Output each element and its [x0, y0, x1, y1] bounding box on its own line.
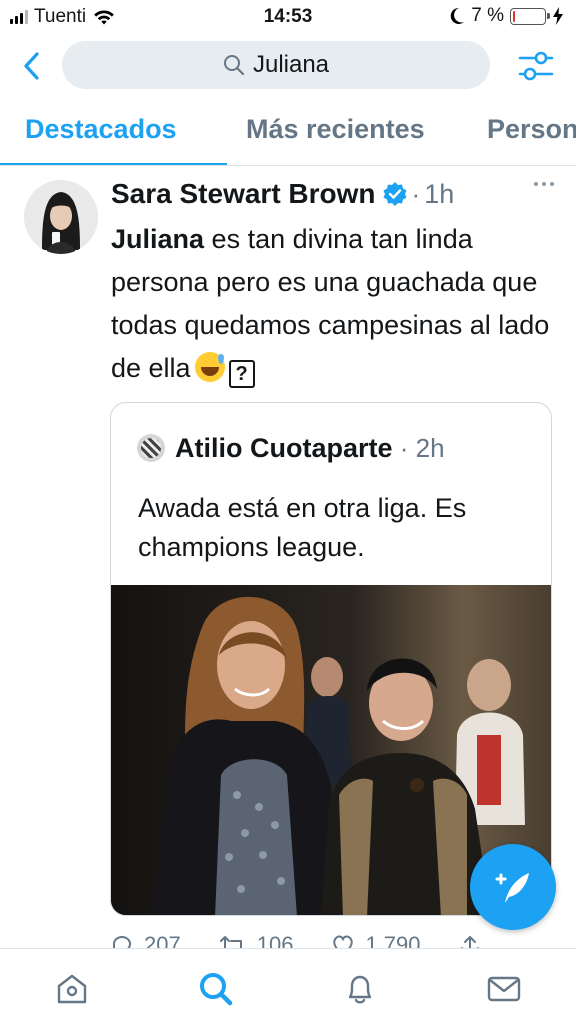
charging-icon — [553, 7, 563, 25]
tab-mas-recientes[interactable]: Más recientes — [246, 114, 425, 145]
nav-search[interactable] — [196, 969, 236, 1009]
sliders-icon — [518, 51, 554, 81]
messages-icon — [487, 976, 521, 1002]
quoted-time: 2h — [415, 432, 445, 463]
search-tabs: Destacados Más recientes Person — [0, 100, 576, 166]
grinning-sweat-emoji-icon — [194, 352, 225, 382]
bottom-navigation — [0, 948, 576, 1024]
search-header: Juliana — [0, 38, 576, 94]
quoted-text: Awada está en otra liga. Es champions le… — [138, 493, 467, 562]
tweet-text: Juliana es tan divina tan linda persona … — [111, 218, 551, 390]
status-right: 7 % — [449, 5, 564, 27]
unknown-glyph: ? — [228, 360, 255, 388]
search-query: Juliana — [252, 51, 330, 78]
quoted-tweet-header: Atilio Cuotaparte · 2h — [137, 431, 445, 465]
verified-badge-icon — [382, 181, 408, 207]
nav-home[interactable] — [52, 969, 92, 1009]
battery-percent: 7 % — [471, 5, 504, 26]
quoted-avatar — [137, 434, 165, 462]
tweet[interactable]: Sara Stewart Brown · 1h Juliana es tan d… — [0, 166, 576, 956]
avatar-image — [24, 180, 98, 254]
compose-feather-icon — [495, 873, 529, 903]
home-icon — [57, 974, 87, 1004]
tweet-time[interactable]: 1h — [424, 179, 454, 210]
tweet-header: Sara Stewart Brown · 1h — [111, 176, 556, 212]
battery-icon — [510, 7, 550, 25]
search-filter-button[interactable] — [516, 46, 556, 86]
avatar[interactable] — [24, 180, 98, 254]
nav-notifications[interactable] — [340, 969, 380, 1009]
nav-messages[interactable] — [484, 969, 524, 1009]
notifications-icon — [348, 975, 372, 1004]
more-options-icon[interactable] — [534, 182, 554, 186]
quoted-tweet[interactable]: Atilio Cuotaparte · 2h Awada está en otr… — [110, 402, 552, 916]
search-icon — [200, 973, 233, 1006]
moon-icon — [450, 7, 465, 24]
search-input[interactable]: Juliana — [62, 41, 490, 89]
tab-destacados[interactable]: Destacados — [25, 114, 177, 145]
tab-personas[interactable]: Person — [487, 114, 576, 145]
quoted-separator: · — [392, 432, 416, 463]
separator-dot: · — [411, 178, 421, 209]
author-name[interactable]: Sara Stewart Brown — [111, 178, 376, 210]
tweet-text-highlight: Juliana — [111, 224, 205, 254]
chevron-left-icon — [24, 52, 39, 80]
battery-level — [513, 10, 516, 22]
search-icon — [223, 55, 245, 76]
compose-tweet-button[interactable] — [470, 844, 556, 930]
quoted-author-name: Atilio Cuotaparte — [175, 432, 393, 463]
back-button[interactable] — [14, 46, 50, 86]
status-bar: Tuenti 14:53 7 % — [0, 0, 576, 34]
